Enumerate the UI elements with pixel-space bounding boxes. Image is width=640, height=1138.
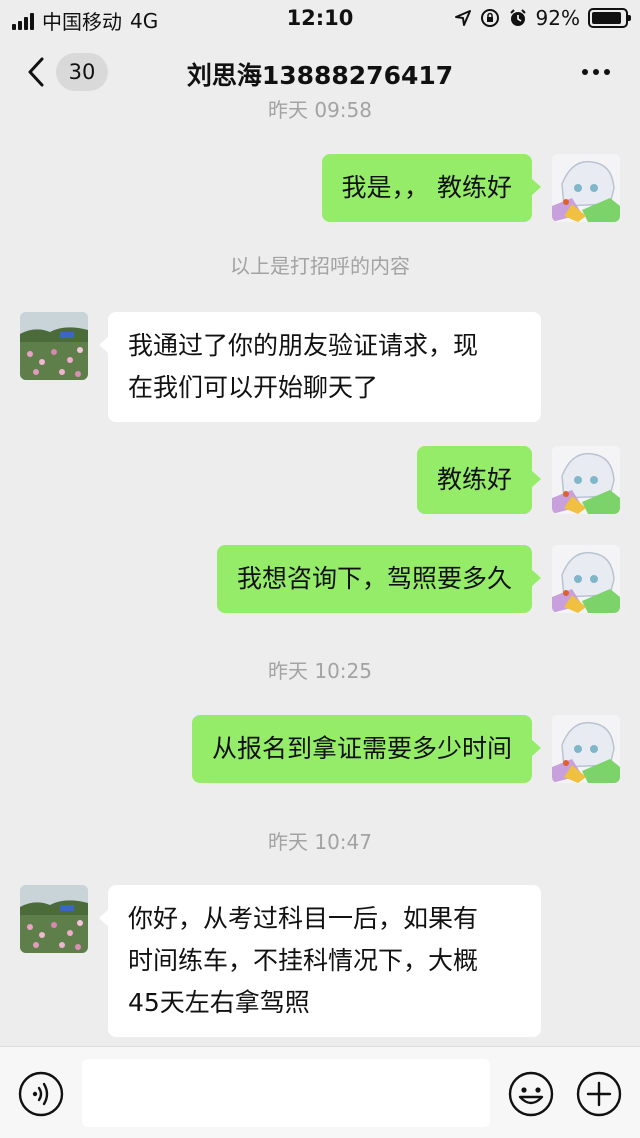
anime-avatar-icon (552, 154, 620, 222)
emoji-icon[interactable] (508, 1071, 554, 1117)
battery-icon (588, 8, 631, 28)
self-avatar[interactable] (552, 715, 620, 783)
status-bar: 中国移动 4G 12:10 92% (0, 0, 640, 36)
sent-message[interactable]: 教练好 (416, 446, 542, 514)
alarm-icon (509, 9, 526, 26)
self-avatar[interactable] (552, 545, 620, 613)
plus-icon[interactable] (576, 1071, 622, 1117)
timestamp: 昨天 09:58 (268, 98, 372, 122)
input-bar (0, 1046, 640, 1138)
message-line: 教练好 (436, 465, 512, 494)
message-line: 在我们可以开始聊天了 (128, 373, 379, 402)
anime-avatar-icon (552, 545, 620, 613)
contact-avatar[interactable] (20, 885, 88, 953)
chat-title: 刘思海13888276417 (186, 61, 454, 90)
system-notice: 以上是打招呼的内容 (230, 254, 410, 278)
self-avatar[interactable] (552, 154, 620, 222)
more-dots-icon[interactable] (582, 69, 610, 75)
received-message[interactable]: 我通过了你的朋友验证请求，现 在我们可以开始聊天了 (99, 312, 541, 422)
message-line: 从报名到拿证需要多少时间 (211, 734, 512, 763)
message-line: 我通过了你的朋友验证请求，现 (128, 331, 479, 360)
location-arrow-icon (454, 10, 471, 26)
message-line: 我想咨询下，驾照要多久 (236, 564, 512, 593)
message-line: 45天左右拿驾照 (128, 988, 310, 1017)
message-line: 时间练车，不挂科情况下，大概 (128, 946, 479, 975)
voice-icon[interactable] (18, 1071, 64, 1117)
self-avatar[interactable] (552, 446, 620, 514)
received-message[interactable]: 你好，从考过科目一后，如果有 时间练车，不挂科情况下，大概 45天左右拿驾照 (99, 885, 541, 1037)
contact-avatar[interactable] (20, 312, 88, 380)
anime-avatar-icon (552, 446, 620, 514)
orientation-lock-icon (480, 9, 499, 27)
anime-avatar-icon (552, 715, 620, 783)
sent-message[interactable]: 我是，， 教练好 (321, 154, 542, 222)
timestamp: 昨天 10:47 (268, 830, 372, 854)
battery-percent: 92% (535, 6, 580, 30)
message-line: 你好，从考过科目一后，如果有 (128, 904, 479, 933)
message-line: 我是，， 教练好 (341, 173, 512, 202)
flower-field-avatar-icon (20, 312, 88, 380)
message-input[interactable] (82, 1059, 490, 1127)
sent-message[interactable]: 从报名到拿证需要多少时间 (191, 715, 542, 783)
status-right: 92% (454, 6, 631, 30)
chat-messages[interactable]: 昨天 09:58 我是，， 教练好 以上是打招呼的内容 我通过了你的朋友验证请求… (0, 90, 640, 1046)
timestamp: 昨天 10:25 (268, 659, 372, 683)
flower-field-avatar-icon (20, 885, 88, 953)
sent-message[interactable]: 我想咨询下，驾照要多久 (216, 545, 542, 613)
